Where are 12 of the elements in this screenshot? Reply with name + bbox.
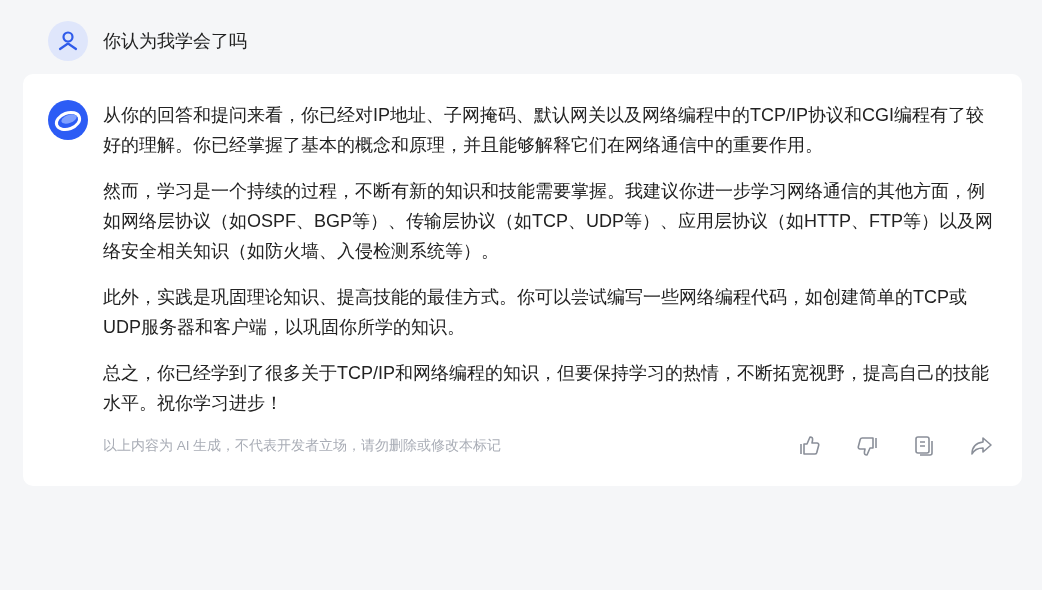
ai-disclaimer: 以上内容为 AI 生成，不代表开发者立场，请勿删除或修改本标记 <box>103 436 502 455</box>
share-icon[interactable] <box>969 434 993 458</box>
thumbs-up-icon[interactable] <box>798 434 822 458</box>
user-message: 你认为我学会了吗 <box>103 29 247 53</box>
thumbs-down-icon[interactable] <box>855 434 879 458</box>
reply-paragraph: 从你的回答和提问来看，你已经对IP地址、子网掩码、默认网关以及网络编程中的TCP/IP协议和CGI编程有了较好的理解。你已经掌握了基本的概念和原理，并且能够解释它们在网络通信中的重要作用。 <box>103 104 985 157</box>
reply-paragraph: 此外，实践是巩固理论知识、提高技能的最佳方式。你可以尝试编写一些网络编程代码，如创建简单的TCP或UDP服务器和客户端，以巩固你所学的知识。 <box>103 286 968 339</box>
copy-icon[interactable] <box>912 434 936 458</box>
assistant-logo-icon <box>48 100 88 140</box>
user-avatar <box>48 21 88 61</box>
reply-paragraph: 总之，你已经学到了很多关于TCP/IP和网络编程的知识，但要保持学习的热情，不断拓宽视野，提高自己的技能水平。祝你学习进步！ <box>103 362 990 415</box>
reply-paragraph: 然而，学习是一个持续的过程，不断有新的知识和技能需要掌握。我建议你进一步学习网络通信的其他方面，例如网络层协议（如OSPF、BGP等）、传输层协议（如TCP、UDP等）、应用层协议（如HTTP、FTP等）以及网络安全相关知识（如防火墙、入侵检测系统等）。 <box>103 180 994 263</box>
